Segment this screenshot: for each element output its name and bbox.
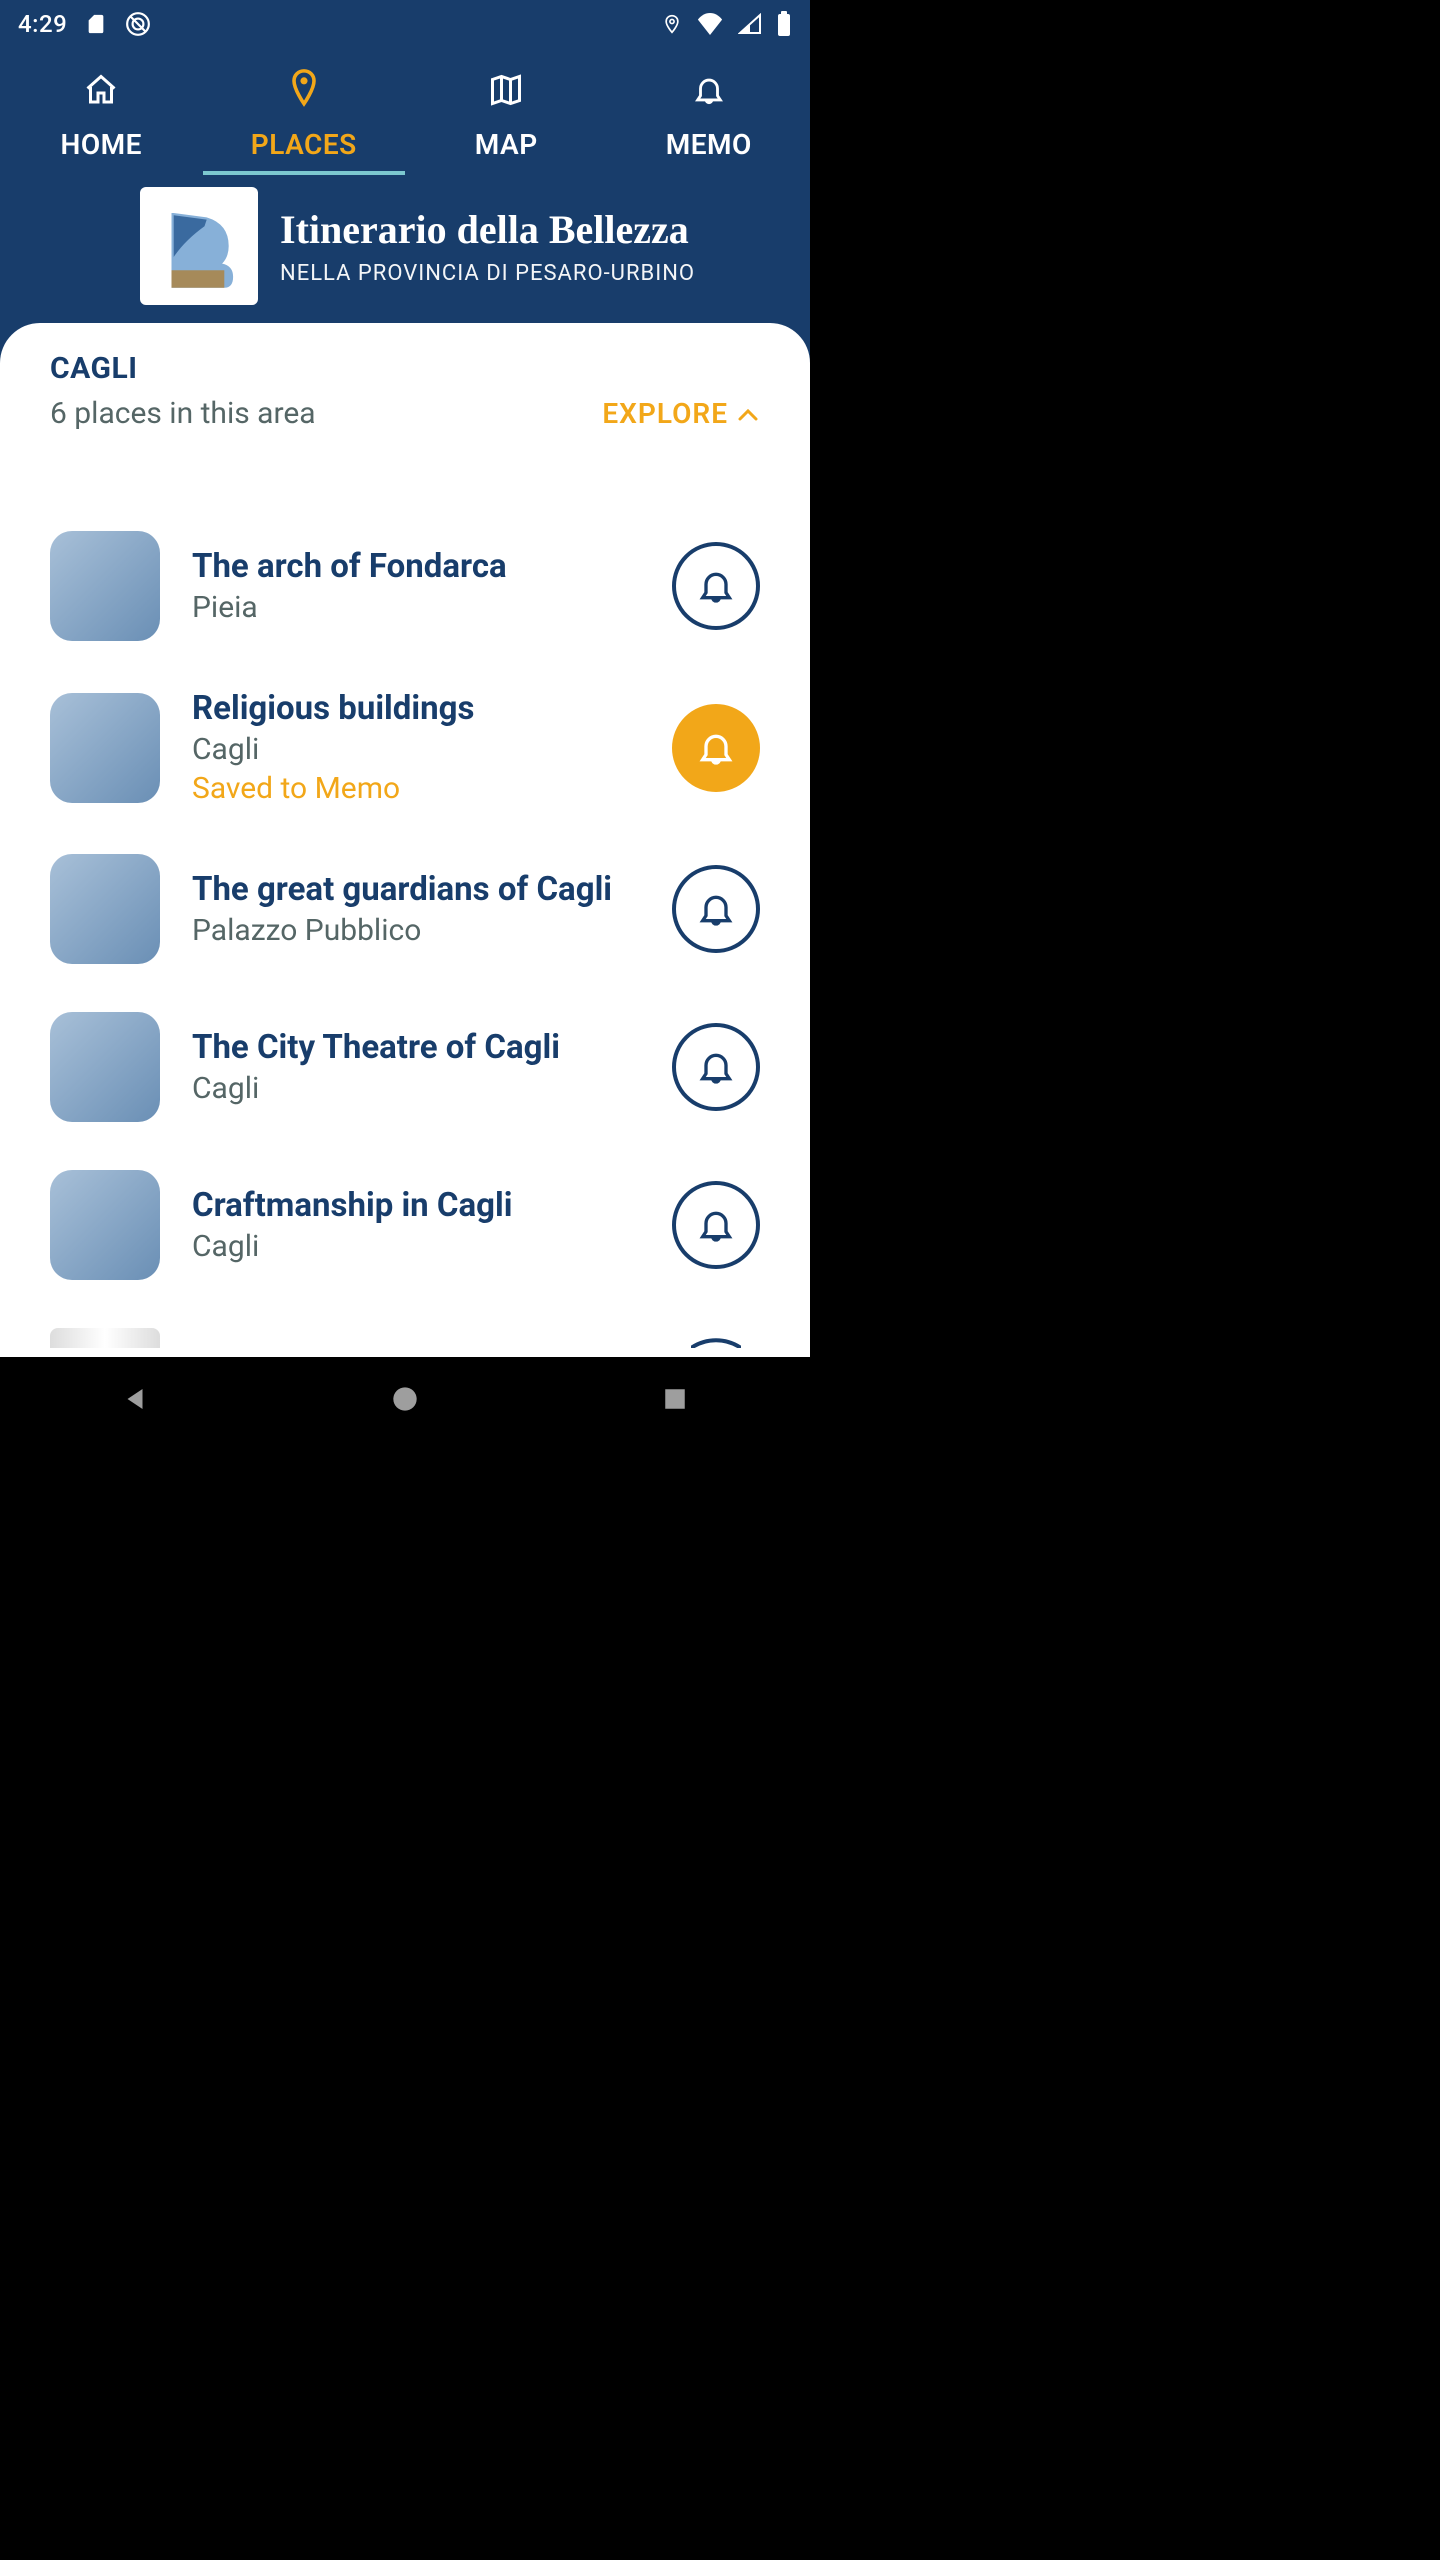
status-clock: 4:29 — [18, 10, 67, 38]
place-title: The great guardians of Cagli — [192, 870, 640, 909]
place-thumbnail — [50, 1170, 160, 1280]
place-thumbnail — [50, 693, 160, 803]
home-icon — [83, 72, 119, 108]
place-subtitle: Palazzo Pubblico — [192, 913, 640, 948]
place-title: Religious buildings — [192, 689, 640, 728]
place-thumbnail — [50, 1012, 160, 1122]
status-bar: 4:29 — [0, 0, 810, 48]
pin-icon — [286, 68, 322, 108]
chevron-up-icon — [736, 397, 760, 430]
memo-toggle[interactable] — [672, 865, 760, 953]
bell-icon — [692, 72, 726, 108]
place-item[interactable]: The great guardians of Cagli Palazzo Pub… — [50, 854, 760, 964]
brand-subtitle: NELLA PROVINCIA DI PESARO-URBINO — [280, 261, 695, 286]
wifi-icon — [696, 13, 724, 35]
tab-memo[interactable]: MEMO — [608, 72, 811, 175]
place-subtitle: Cagli — [192, 1071, 640, 1106]
place-subtitle: Cagli — [192, 1229, 640, 1264]
tab-label: MAP — [475, 128, 538, 161]
map-icon — [487, 72, 525, 108]
place-subtitle: Cagli — [192, 732, 640, 767]
memo-toggle[interactable] — [672, 1023, 760, 1111]
tab-bar: HOME PLACES MAP MEMO — [0, 48, 810, 175]
place-item-partial[interactable] — [50, 1328, 760, 1348]
place-item[interactable]: The arch of Fondarca Pieia — [50, 531, 760, 641]
dnd-icon — [125, 11, 151, 37]
cell-signal-icon — [738, 13, 762, 35]
area-name: CAGLI — [50, 351, 760, 386]
nav-back-button[interactable] — [115, 1379, 155, 1419]
sd-card-icon — [85, 12, 107, 36]
place-thumbnail — [50, 531, 160, 641]
brand-title: Itinerario della Bellezza — [280, 206, 695, 253]
tab-label: HOME — [61, 128, 142, 161]
nav-home-button[interactable] — [385, 1379, 425, 1419]
place-item[interactable]: The City Theatre of Cagli Cagli — [50, 1012, 760, 1122]
explore-label: EXPLORE — [602, 397, 728, 430]
android-nav-bar — [0, 1357, 810, 1440]
place-title: The arch of Fondarca — [192, 547, 640, 586]
brand-logo — [140, 187, 258, 305]
tab-map[interactable]: MAP — [405, 72, 608, 175]
location-icon — [662, 12, 682, 36]
place-title: Craftmanship in Cagli — [192, 1186, 640, 1225]
place-item[interactable]: Religious buildings Cagli Saved to Memo — [50, 689, 760, 806]
memo-toggle[interactable] — [672, 1181, 760, 1269]
area-count: 6 places in this area — [50, 396, 316, 431]
tab-label: PLACES — [251, 128, 357, 161]
tab-home[interactable]: HOME — [0, 72, 203, 175]
place-saved-label: Saved to Memo — [192, 771, 640, 806]
tab-label: MEMO — [666, 128, 752, 161]
tab-places[interactable]: PLACES — [203, 68, 406, 175]
memo-toggle[interactable] — [672, 704, 760, 792]
place-title: The City Theatre of Cagli — [192, 1028, 640, 1067]
content-card: CAGLI 6 places in this area EXPLORE The … — [0, 323, 810, 1357]
place-thumbnail — [50, 854, 160, 964]
place-subtitle: Pieia — [192, 590, 640, 625]
nav-recent-button[interactable] — [655, 1379, 695, 1419]
explore-button[interactable]: EXPLORE — [602, 397, 760, 430]
memo-toggle[interactable] — [672, 542, 760, 630]
battery-icon — [776, 11, 792, 37]
place-thumbnail — [50, 1328, 160, 1348]
place-item[interactable]: Craftmanship in Cagli Cagli — [50, 1170, 760, 1280]
brand-row: Itinerario della Bellezza NELLA PROVINCI… — [0, 175, 810, 323]
